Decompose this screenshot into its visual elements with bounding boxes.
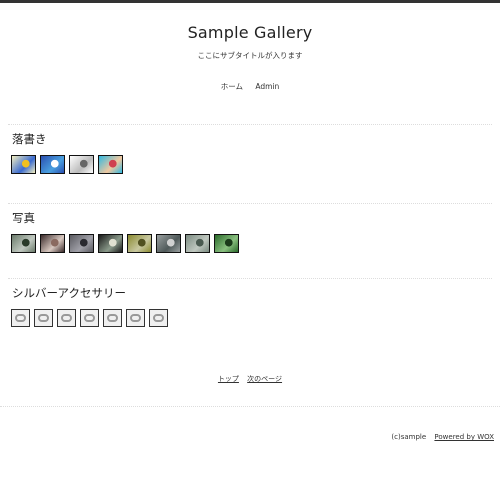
gallery-thumbnail[interactable] [34, 309, 53, 327]
thumbnail-row [11, 234, 500, 253]
section-title[interactable]: シルバーアクセサリー [12, 285, 500, 301]
powered-by-link[interactable]: Powered by WOX [434, 433, 494, 441]
gallery-section-silver: シルバーアクセサリー [0, 278, 500, 327]
site-title[interactable]: Sample Gallery [0, 23, 500, 42]
gallery-thumbnail[interactable] [69, 234, 94, 253]
site-subtitle: ここにサブタイトルが入ります [197, 51, 303, 60]
top-bar [0, 0, 500, 3]
gallery-thumbnail[interactable] [127, 234, 152, 253]
gallery-thumbnail[interactable] [40, 155, 65, 174]
gallery-thumbnail[interactable] [11, 309, 30, 327]
gallery-thumbnail[interactable] [69, 155, 94, 174]
gallery-thumbnail[interactable] [185, 234, 210, 253]
site-footer: (c)sample Powered by WOX [0, 433, 494, 441]
gallery-thumbnail[interactable] [126, 309, 145, 327]
section-divider [8, 203, 492, 204]
thumbnail-row [11, 309, 500, 327]
gallery-thumbnail[interactable] [11, 234, 36, 253]
section-title[interactable]: 落書き [12, 131, 500, 147]
gallery-thumbnail[interactable] [11, 155, 36, 174]
section-divider [8, 278, 492, 279]
gallery-thumbnail[interactable] [103, 309, 122, 327]
gallery-section-rakugaki: 落書き [0, 124, 500, 174]
copyright-text: (c)sample [391, 433, 427, 441]
thumbnail-row [11, 155, 500, 174]
nav-link-admin[interactable]: Admin [255, 82, 279, 91]
gallery-thumbnail[interactable] [98, 155, 123, 174]
pager-top-link[interactable]: トップ [218, 375, 239, 383]
gallery-thumbnail[interactable] [214, 234, 239, 253]
gallery-thumbnail[interactable] [40, 234, 65, 253]
site-header: Sample Gallery ここにサブタイトルが入ります ホーム Admin [0, 23, 500, 92]
gallery-thumbnail[interactable] [156, 234, 181, 253]
gallery-thumbnail[interactable] [57, 309, 76, 327]
gallery-thumbnail[interactable] [149, 309, 168, 327]
gallery-section-photo: 写真 [0, 203, 500, 253]
pagination: トップ 次のページ [0, 374, 500, 384]
section-divider [8, 124, 492, 125]
main-nav: ホーム Admin [0, 81, 500, 92]
pager-next-link[interactable]: 次のページ [247, 375, 282, 383]
section-title[interactable]: 写真 [12, 210, 500, 226]
footer-divider [0, 406, 500, 407]
gallery-thumbnail[interactable] [80, 309, 99, 327]
nav-link-home[interactable]: ホーム [221, 82, 243, 91]
gallery-thumbnail[interactable] [98, 234, 123, 253]
